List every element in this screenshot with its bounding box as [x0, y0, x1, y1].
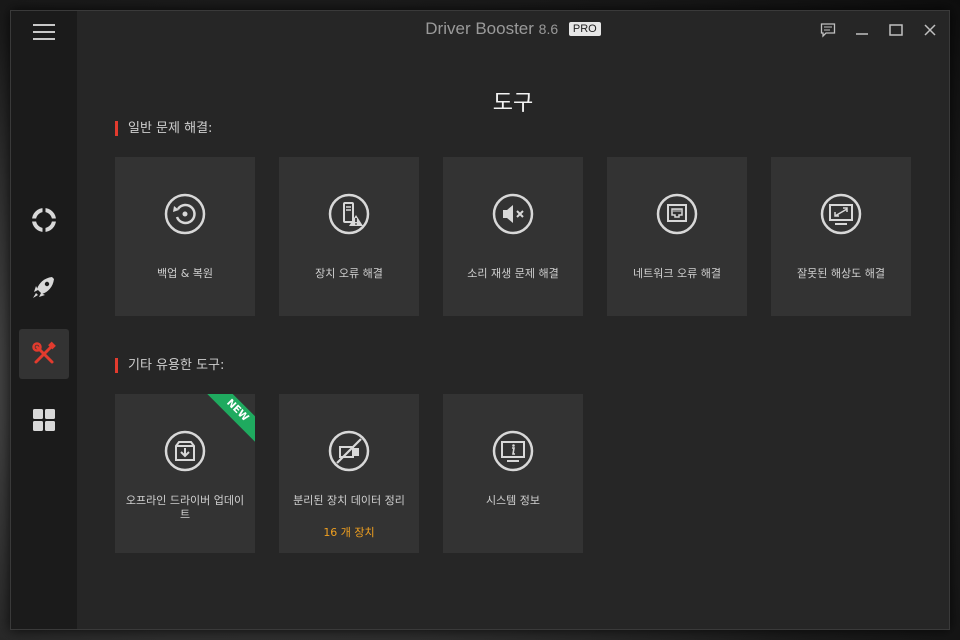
maximize-icon[interactable]	[885, 19, 907, 41]
app-name: Driver Booster	[425, 19, 534, 38]
resolution-icon	[820, 193, 862, 235]
tool-label: 백업 & 복원	[156, 267, 214, 280]
tool-label: 잘못된 해상도 해결	[797, 267, 885, 280]
close-icon[interactable]	[919, 19, 941, 41]
feedback-icon[interactable]	[817, 19, 839, 41]
tool-label: 오프라인 드라이버 업데이트	[125, 494, 245, 521]
section-other-label: 기타 유용한 도구:	[115, 358, 224, 373]
tool-label: 소리 재생 문제 해결	[467, 267, 559, 280]
apps-icon[interactable]	[19, 395, 69, 445]
tool-system-info[interactable]: 시스템 정보	[443, 394, 583, 553]
offline-update-icon	[164, 430, 206, 472]
minimize-icon[interactable]	[851, 19, 873, 41]
hamburger-menu-icon[interactable]	[33, 24, 55, 40]
section-general-label: 일반 문제 해결:	[115, 121, 212, 136]
tool-device-error[interactable]: 장치 오류 해결	[279, 157, 419, 316]
boost-icon[interactable]	[19, 262, 69, 312]
tool-offline-update[interactable]: NEW 오프라인 드라이버 업데이트	[115, 394, 255, 553]
new-ribbon: NEW	[202, 394, 255, 446]
device-count: 16 개 장치	[323, 526, 375, 539]
support-icon[interactable]	[19, 195, 69, 245]
network-icon	[656, 193, 698, 235]
system-info-icon	[492, 430, 534, 472]
tool-sound-fix[interactable]: 소리 재생 문제 해결	[443, 157, 583, 316]
sound-mute-icon	[492, 193, 534, 235]
tool-network-fix[interactable]: 네트워크 오류 해결	[607, 157, 747, 316]
pro-badge: PRO	[568, 22, 601, 36]
disconnected-device-icon	[328, 430, 370, 472]
tool-label: 네트워크 오류 해결	[633, 267, 721, 280]
tool-disconnected-cleanup[interactable]: 분리된 장치 데이터 정리 16 개 장치	[279, 394, 419, 553]
app-window: Driver Booster 8.6 PRO 도구 일반 문제 해결: 백업 &…	[10, 10, 950, 630]
tools-icon[interactable]	[19, 329, 69, 379]
backup-restore-icon	[164, 193, 206, 235]
tool-label: 분리된 장치 데이터 정리	[293, 494, 405, 507]
page-title: 도구	[492, 91, 534, 116]
app-version: 8.6	[538, 21, 559, 37]
window-controls	[817, 19, 941, 41]
tool-label: 시스템 정보	[485, 494, 541, 507]
tool-resolution-fix[interactable]: 잘못된 해상도 해결	[771, 157, 911, 316]
device-error-icon	[328, 193, 370, 235]
tool-backup-restore[interactable]: 백업 & 복원	[115, 157, 255, 316]
sidebar	[11, 11, 77, 629]
tools-page: 도구 일반 문제 해결: 백업 & 복원 장치 오류 해결 소리 재생 문제 해…	[77, 51, 949, 629]
tool-label: 장치 오류 해결	[315, 267, 383, 280]
titlebar: Driver Booster 8.6 PRO	[77, 11, 949, 51]
